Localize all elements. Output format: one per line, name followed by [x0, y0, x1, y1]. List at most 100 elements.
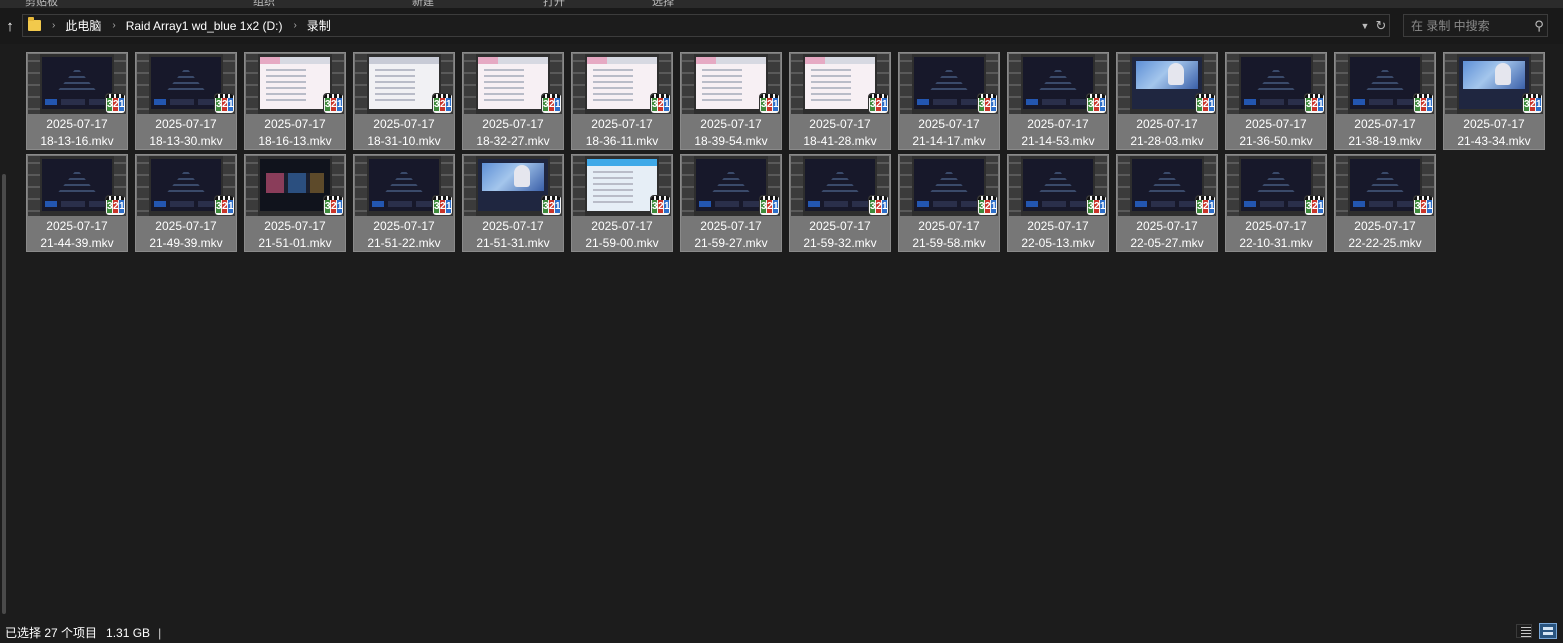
file-item[interactable]: 3 2 1 2025-07-17 21-43-34.mkv	[1443, 52, 1545, 150]
file-item[interactable]: 3 2 1 2025-07-17 21-59-58.mkv	[898, 154, 1000, 252]
mpc-player-icon: 321	[106, 94, 125, 113]
file-name: 2025-07-17 21-14-53.mkv	[1008, 116, 1108, 150]
file-name: 2025-07-17 22-05-27.mkv	[1117, 218, 1217, 252]
thumbnail-frame	[587, 57, 657, 109]
details-view-icon[interactable]	[1516, 624, 1532, 638]
search-input[interactable]	[1404, 17, 1531, 34]
mpc-player-icon: 321	[869, 94, 888, 113]
file-name: 2025-07-17 18-13-30.mkv	[136, 116, 236, 150]
thumbnail-frame	[696, 159, 766, 211]
chevron-right-icon[interactable]: ›	[293, 20, 296, 31]
badge-digit: 2	[1421, 98, 1427, 111]
filmstrip-edge	[1227, 54, 1239, 114]
file-name-date: 2025-07-17	[155, 117, 217, 131]
mpc-player-icon: 321	[651, 196, 670, 215]
file-item[interactable]: 3 2 1 2025-07-17 22-10-31.mkv	[1225, 154, 1327, 252]
file-name-time: 22-22-25.mkv	[1348, 236, 1422, 250]
left-pane-scrollbar[interactable]	[0, 44, 8, 619]
badge-digit: 3	[870, 98, 876, 111]
large-icons-view-icon[interactable]	[1539, 623, 1557, 639]
badge-digit: 3	[216, 200, 222, 213]
selection-count: 已选择 27 个项目	[5, 626, 98, 640]
thumbnail-frame	[914, 57, 984, 109]
file-item[interactable]: 3 2 1 2025-07-17 22-22-25.mkv	[1334, 154, 1436, 252]
file-item[interactable]: 3 2 1 2025-07-17 18-32-27.mkv	[462, 52, 564, 150]
badge-digit: 2	[1203, 200, 1209, 213]
breadcrumb-this-pc[interactable]: 此电脑	[65, 17, 101, 34]
file-name-date: 2025-07-17	[918, 117, 980, 131]
file-name-time: 21-44-39.mkv	[40, 236, 114, 250]
status-text: 已选择 27 个项目 1.31 GB |	[5, 626, 162, 640]
filmstrip-edge	[682, 54, 694, 114]
filmstrip-edge	[900, 54, 912, 114]
file-name: 2025-07-17 18-39-54.mkv	[681, 116, 781, 150]
file-item[interactable]: 3 2 1 2025-07-17 18-39-54.mkv	[680, 52, 782, 150]
file-name-time: 18-31-10.mkv	[367, 134, 441, 148]
badge-digit: 1	[773, 98, 779, 111]
file-item[interactable]: 3 2 1 2025-07-17 18-36-11.mkv	[571, 52, 673, 150]
address-box[interactable]: › 此电脑 › Raid Array1 wd_blue 1x2 (D:) › 录…	[22, 14, 1390, 37]
file-item[interactable]: 3 2 1 2025-07-17 21-14-53.mkv	[1007, 52, 1109, 150]
file-item[interactable]: 3 2 1 2025-07-17 21-49-39.mkv	[135, 154, 237, 252]
file-item[interactable]: 3 2 1 2025-07-17 21-38-19.mkv	[1334, 52, 1436, 150]
file-item[interactable]: 3 2 1 2025-07-17 21-59-00.mkv	[571, 154, 673, 252]
file-grid: 3 2 1 2025-07-17 18-13-16.mkv 3 2 1 2025-07-17 18…	[26, 52, 1548, 617]
refresh-icon[interactable]: ↻	[1373, 18, 1389, 34]
file-item[interactable]: 3 2 1 2025-07-17 21-51-22.mkv	[353, 154, 455, 252]
chevron-right-icon[interactable]: ›	[112, 20, 115, 31]
badge-digit: 1	[1536, 98, 1542, 111]
file-item[interactable]: 3 2 1 2025-07-17 22-05-27.mkv	[1116, 154, 1218, 252]
filmstrip-edge	[137, 54, 149, 114]
chevron-right-icon[interactable]: ›	[52, 20, 55, 31]
file-name: 2025-07-17 21-59-32.mkv	[790, 218, 890, 252]
file-item[interactable]: 3 2 1 2025-07-17 21-14-17.mkv	[898, 52, 1000, 150]
file-name-time: 21-51-31.mkv	[476, 236, 550, 250]
up-button[interactable]: ↑	[1, 17, 19, 35]
badge-digit: 3	[652, 200, 658, 213]
video-thumbnail: 321	[464, 54, 562, 114]
file-name-date: 2025-07-17	[1245, 219, 1307, 233]
file-item[interactable]: 3 2 1 2025-07-17 21-51-01.mkv	[244, 154, 346, 252]
video-thumbnail: 321	[28, 54, 126, 114]
breadcrumb-drive[interactable]: Raid Array1 wd_blue 1x2 (D:)	[126, 19, 283, 33]
file-name-date: 2025-07-17	[700, 117, 762, 131]
search-icon[interactable]: ⚲	[1531, 18, 1547, 34]
status-bar: 已选择 27 个项目 1.31 GB |	[0, 621, 1563, 643]
filmstrip-edge	[791, 54, 803, 114]
badge-digit: 1	[991, 98, 997, 111]
file-item[interactable]: 3 2 1 2025-07-17 18-13-30.mkv	[135, 52, 237, 150]
scrollbar-thumb[interactable]	[2, 174, 6, 614]
ribbon-group-label: 新建	[412, 0, 434, 8]
file-name-time: 21-59-27.mkv	[694, 236, 768, 250]
file-item[interactable]: 3 2 1 2025-07-17 21-28-03.mkv	[1116, 52, 1218, 150]
chevron-down-icon[interactable]: ▼	[1357, 21, 1373, 31]
badge-digit: 1	[337, 200, 343, 213]
badge-digit: 2	[549, 98, 555, 111]
file-item[interactable]: 3 2 1 2025-07-17 18-41-28.mkv	[789, 52, 891, 150]
file-item[interactable]: 3 2 1 2025-07-17 21-36-50.mkv	[1225, 52, 1327, 150]
filmstrip-edge	[464, 54, 476, 114]
file-item[interactable]: 3 2 1 2025-07-17 18-13-16.mkv	[26, 52, 128, 150]
thumbnail-frame	[914, 159, 984, 211]
file-item[interactable]: 3 2 1 2025-07-17 18-16-13.mkv	[244, 52, 346, 150]
badge-digit: 1	[228, 98, 234, 111]
thumbnail-frame	[1023, 159, 1093, 211]
thumbnail-frame	[1350, 159, 1420, 211]
badge-digit: 1	[1318, 98, 1324, 111]
file-item[interactable]: 3 2 1 2025-07-17 21-51-31.mkv	[462, 154, 564, 252]
breadcrumb-folder[interactable]: 录制	[307, 17, 331, 34]
badge-digit: 2	[1312, 98, 1318, 111]
file-item[interactable]: 3 2 1 2025-07-17 21-59-32.mkv	[789, 154, 891, 252]
filmstrip-edge	[1118, 54, 1130, 114]
file-name-time: 18-36-11.mkv	[585, 134, 659, 148]
file-name-date: 2025-07-17	[155, 219, 217, 233]
file-item[interactable]: 3 2 1 2025-07-17 18-31-10.mkv	[353, 52, 455, 150]
mpc-player-icon: 321	[542, 196, 561, 215]
file-name-date: 2025-07-17	[809, 117, 871, 131]
file-item[interactable]: 3 2 1 2025-07-17 22-05-13.mkv	[1007, 154, 1109, 252]
filmstrip-edge	[1336, 54, 1348, 114]
file-item[interactable]: 3 2 1 2025-07-17 21-59-27.mkv	[680, 154, 782, 252]
mpc-player-icon: 321	[1414, 94, 1433, 113]
badge-digit: 1	[664, 98, 670, 111]
file-item[interactable]: 3 2 1 2025-07-17 21-44-39.mkv	[26, 154, 128, 252]
